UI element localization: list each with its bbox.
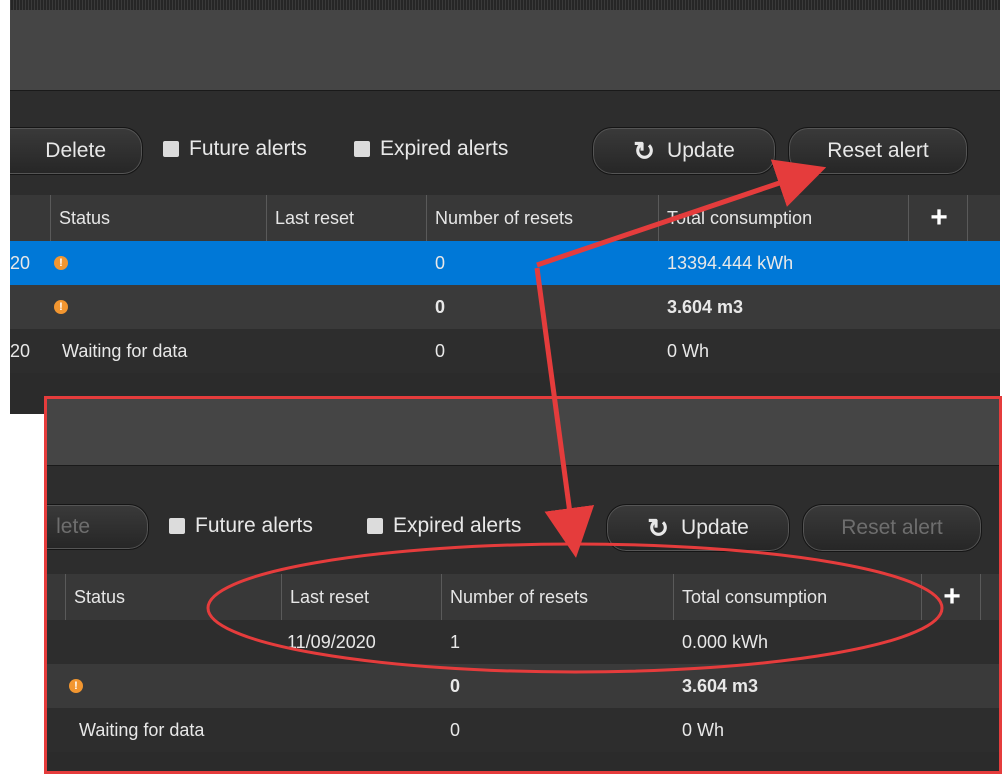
expired-alerts-checkbox[interactable]: Expired alerts (354, 137, 508, 161)
delete-button[interactable]: lete (47, 504, 149, 550)
table-header: Status Last reset Number of resets Total… (47, 574, 999, 620)
status-cell: ! (54, 241, 68, 285)
future-alerts-label: Future alerts (195, 514, 313, 537)
date-fragment: 20 (10, 252, 31, 273)
last-reset-cell: 11/09/2020 (287, 631, 376, 652)
warning-icon: ! (69, 679, 83, 693)
status-cell: ! (69, 664, 83, 708)
status-cell: Waiting for data (79, 719, 205, 740)
window-after: lete Future alerts Expired alerts ↻ Upda… (44, 396, 1002, 774)
expired-alerts-box[interactable] (367, 518, 383, 534)
total-cell: 3.604 m3 (682, 675, 759, 696)
add-column-button[interactable]: + (908, 195, 968, 241)
column-header-number-of-resets[interactable]: Number of resets (441, 574, 673, 620)
update-label: Update (681, 516, 749, 539)
refresh-icon: ↻ (633, 135, 656, 166)
column-header-last-reset[interactable]: Last reset (281, 574, 441, 620)
expired-alerts-box[interactable] (354, 141, 370, 157)
table-row[interactable]: 11/09/2020 1 0.000 kWh (47, 620, 999, 664)
window-before: Delete Future alerts Expired alerts ↻ Up… (10, 0, 1000, 414)
title-texture (10, 0, 1000, 10)
table-row-selected[interactable]: 20 ! 0 13394.444 kWh (10, 241, 1000, 285)
delete-button[interactable]: Delete (10, 127, 143, 175)
future-alerts-box[interactable] (163, 141, 179, 157)
date-fragment: 20 (10, 340, 31, 361)
add-column-button[interactable]: + (921, 574, 981, 620)
resets-cell: 0 (450, 719, 461, 740)
expired-alerts-checkbox[interactable]: Expired alerts (367, 514, 521, 538)
table-row[interactable]: ! 0 3.604 m3 (10, 285, 1000, 329)
future-alerts-checkbox[interactable]: Future alerts (169, 514, 313, 538)
expired-alerts-label: Expired alerts (380, 137, 509, 160)
column-header-total-consumption[interactable]: Total consumption (658, 195, 910, 241)
status-cell: ! (54, 285, 68, 329)
warning-icon: ! (54, 300, 68, 314)
reset-alert-button[interactable]: Reset alert (802, 504, 982, 552)
future-alerts-checkbox[interactable]: Future alerts (163, 137, 307, 161)
refresh-icon: ↻ (647, 512, 670, 543)
window-titlebar (10, 10, 1000, 91)
table-row[interactable]: 20 Waiting for data 0 0 Wh (10, 329, 1000, 373)
resets-cell: 0 (450, 675, 461, 696)
column-header-total-consumption[interactable]: Total consumption (673, 574, 923, 620)
update-button[interactable]: ↻ Update (606, 504, 790, 552)
update-button[interactable]: ↻ Update (592, 127, 776, 175)
total-cell: 0 Wh (682, 719, 725, 740)
column-header-status[interactable]: Status (65, 574, 285, 620)
total-cell: 0 Wh (667, 340, 710, 361)
column-header-status[interactable]: Status (50, 195, 270, 241)
toolbar: lete Future alerts Expired alerts ↻ Upda… (47, 466, 999, 574)
resets-cell: 1 (450, 631, 461, 652)
resets-cell: 0 (435, 296, 446, 317)
resets-cell: 0 (435, 340, 446, 361)
plus-icon: + (943, 580, 961, 613)
window-titlebar (47, 399, 999, 466)
toolbar: Delete Future alerts Expired alerts ↻ Up… (10, 91, 1000, 195)
plus-icon: + (930, 201, 948, 234)
status-cell: Waiting for data (62, 340, 188, 361)
expired-alerts-label: Expired alerts (393, 514, 522, 537)
table-header: Status Last reset Number of resets Total… (10, 195, 1000, 241)
update-label: Update (667, 139, 735, 162)
future-alerts-box[interactable] (169, 518, 185, 534)
table-row[interactable]: ! 0 3.604 m3 (47, 664, 999, 708)
table-row[interactable]: Waiting for data 0 0 Wh (47, 708, 999, 752)
total-cell: 13394.444 kWh (667, 252, 794, 273)
column-header-last-reset[interactable]: Last reset (266, 195, 426, 241)
column-header-number-of-resets[interactable]: Number of resets (426, 195, 658, 241)
reset-alert-button[interactable]: Reset alert (788, 127, 968, 175)
resets-cell: 0 (435, 252, 446, 273)
total-cell: 3.604 m3 (667, 296, 744, 317)
future-alerts-label: Future alerts (189, 137, 307, 160)
total-cell: 0.000 kWh (682, 631, 769, 652)
warning-icon: ! (54, 256, 68, 270)
